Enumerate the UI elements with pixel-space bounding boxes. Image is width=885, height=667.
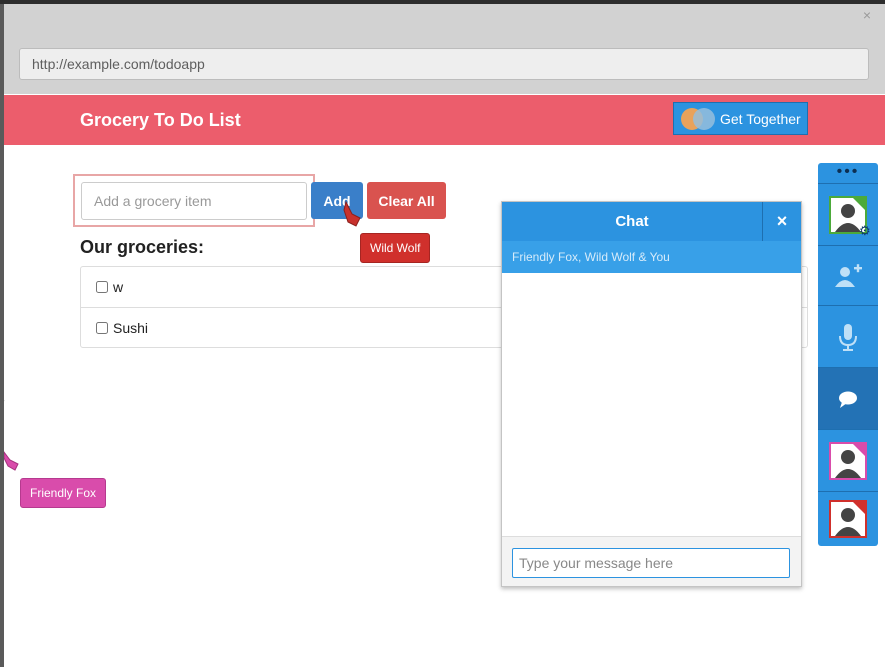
chat-message-input[interactable] <box>512 548 790 578</box>
wild-wolf-cursor-icon <box>343 200 361 227</box>
item-label: Sushi <box>113 319 149 336</box>
groceries-heading: Our groceries: <box>80 237 205 257</box>
collaboration-dock: ••• ⚙ <box>818 163 878 546</box>
dock-menu-icon[interactable]: ••• <box>818 163 878 183</box>
dock-microphone[interactable] <box>818 305 878 367</box>
app-header: Grocery To Do List Get Together <box>4 95 885 145</box>
chat-footer <box>502 536 801 586</box>
settings-gear-icon[interactable]: ⚙ <box>859 223 871 239</box>
item-checkbox[interactable] <box>96 321 108 334</box>
get-together-logo-icon <box>681 108 715 130</box>
item-checkbox[interactable] <box>96 281 108 293</box>
app-title: Grocery To Do List <box>80 110 241 130</box>
url-bar[interactable]: http://example.com/todoapp <box>19 48 869 80</box>
friendly-fox-cursor-icon <box>4 451 19 471</box>
get-together-label: Get Together <box>720 111 801 127</box>
chat-bubble-icon <box>839 391 857 408</box>
chat-panel: Chat × Friendly Fox, Wild Wolf & You <box>501 201 802 587</box>
grocery-item-input[interactable] <box>81 182 307 220</box>
dock-chat[interactable] <box>818 367 878 429</box>
friendly-fox-cursor-label: Friendly Fox <box>20 478 107 508</box>
chat-title: Chat <box>615 213 649 230</box>
item-label: w <box>113 279 124 295</box>
get-together-button[interactable]: Get Together <box>673 102 808 135</box>
window-close-button[interactable]: × <box>859 7 875 23</box>
clear-all-button[interactable]: Clear All <box>367 182 446 219</box>
add-person-icon <box>835 263 862 287</box>
dock-add-person[interactable] <box>818 245 878 305</box>
chat-header: Chat × <box>502 202 801 241</box>
window-chrome: × http://example.com/todoapp <box>4 4 885 94</box>
microphone-icon <box>839 323 857 351</box>
modal-window: × http://example.com/todoapp Grocery To … <box>4 4 885 667</box>
dock-wolf-avatar[interactable] <box>818 491 878 546</box>
chat-close-button[interactable]: × <box>762 202 801 241</box>
chat-participants: Friendly Fox, Wild Wolf & You <box>502 241 801 273</box>
dock-fox-avatar[interactable] <box>818 429 878 491</box>
wolf-avatar <box>829 500 867 538</box>
wild-wolf-cursor-label: Wild Wolf <box>360 233 431 263</box>
item-input-highlight <box>73 174 315 227</box>
fox-avatar <box>829 441 867 480</box>
